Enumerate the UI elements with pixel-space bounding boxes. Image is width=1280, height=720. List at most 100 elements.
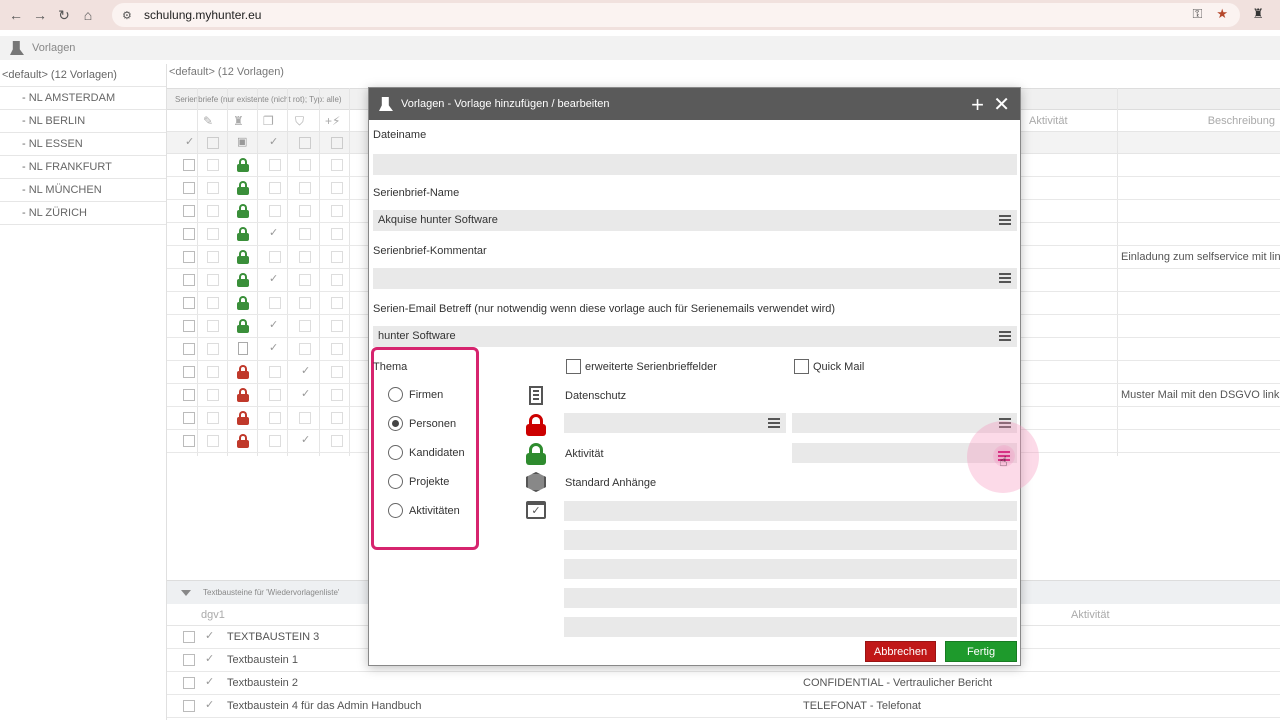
lock-icon <box>237 158 249 172</box>
red-lock-icon <box>526 414 546 436</box>
filter-checkbox[interactable] <box>331 137 343 149</box>
dialog-titlebar: Vorlagen - Vorlage hinzufügen / bearbeit… <box>369 88 1020 120</box>
building-icon <box>529 386 543 405</box>
lock-icon <box>237 319 249 333</box>
check-icon[interactable]: ✓ <box>185 135 194 148</box>
menu-icon[interactable] <box>768 418 780 428</box>
lock-icon <box>237 227 249 241</box>
plus-bolt-icon: +⚡ <box>325 114 341 128</box>
tree-item[interactable]: - NL ESSEN <box>0 133 166 156</box>
tree-root[interactable]: <default> (12 Vorlagen) <box>0 64 166 87</box>
lock-icon <box>237 365 249 379</box>
collapse-icon[interactable] <box>181 589 191 596</box>
betreff-value: hunter Software <box>378 330 456 342</box>
add-icon[interactable]: + <box>971 92 984 118</box>
green-lock-icon <box>526 443 546 465</box>
calendar-check-icon: ✓ <box>526 501 546 519</box>
column-header-aktivitat[interactable]: Aktivität <box>1071 609 1110 621</box>
calendar-icon[interactable]: ▣ <box>237 135 247 148</box>
betreff-input[interactable]: hunter Software <box>373 326 1017 347</box>
list-item[interactable]: ✓ Textbaustein 2 CONFIDENTIAL - Vertraulic… <box>167 672 1280 695</box>
done-button[interactable]: Fertig <box>945 641 1017 662</box>
tree-item[interactable]: - NL AMSTERDAM <box>0 87 166 110</box>
url-text: schulung.myhunter.eu <box>144 8 262 22</box>
row-description: Einladung zum selfservice mit link <box>1121 251 1280 263</box>
row-description: Muster Mail mit den DSGVO link <box>1121 389 1280 401</box>
tree-item[interactable]: - NL FRANKFURT <box>0 156 166 179</box>
kommentar-input[interactable] <box>373 268 1017 289</box>
kommentar-label: Serienbrief-Kommentar <box>373 245 487 257</box>
datenschutz-label: Datenschutz <box>565 390 627 402</box>
filter-checkbox[interactable] <box>207 137 219 149</box>
extension-icon[interactable]: ♜ <box>1252 6 1264 22</box>
key-icon[interactable]: ⚿ <box>1192 6 1202 22</box>
thema-label: Thema <box>373 361 408 373</box>
app-header: Vorlagen <box>0 36 1280 60</box>
lock-icon <box>237 388 249 402</box>
cancel-button[interactable]: Abbrechen <box>865 641 936 662</box>
anhang-field-1[interactable] <box>564 501 1017 521</box>
back-icon[interactable]: ← <box>4 3 28 27</box>
copy-icon: ❐ <box>263 114 274 128</box>
forward-icon[interactable]: → <box>28 3 52 27</box>
datenschutz-firmen-field[interactable] <box>564 413 786 433</box>
home-icon[interactable]: ⌂ <box>76 3 100 27</box>
site-settings-icon[interactable]: ⚙ <box>122 9 136 22</box>
lock-icon <box>237 181 249 195</box>
menu-icon[interactable] <box>999 273 1011 283</box>
radio-aktivitaeten[interactable]: Aktivitäten <box>388 503 460 518</box>
radio-projekte[interactable]: Projekte <box>388 474 449 489</box>
bookmark-star-icon[interactable]: ★ <box>1216 6 1228 22</box>
app-header-title: Vorlagen <box>32 42 76 54</box>
erweiterte-checkbox[interactable] <box>566 359 581 374</box>
tree-item[interactable]: - NL MÜNCHEN <box>0 179 166 202</box>
column-header-dgv1[interactable]: dgv1 <box>201 609 225 621</box>
address-bar[interactable]: ⚙ schulung.myhunter.eu <box>112 3 1240 27</box>
dateiname-label: Dateiname <box>373 129 427 141</box>
betreff-label: Serien-Email Betreff (nur notwendig wenn… <box>373 303 836 315</box>
anhang-field-4[interactable] <box>564 588 1017 608</box>
filter-checkbox[interactable] <box>299 137 311 149</box>
radio-kandidaten[interactable]: Kandidaten <box>388 445 465 460</box>
anhang-field-5[interactable] <box>564 617 1017 637</box>
close-icon[interactable]: ✕ <box>993 92 1010 117</box>
column-header-aktivitat[interactable]: Aktivität <box>1029 115 1068 127</box>
radio-personen[interactable]: Personen <box>388 416 456 431</box>
serienbrief-name-input[interactable]: Akquise hunter Software <box>373 210 1017 231</box>
lock-icon <box>237 273 249 287</box>
lock-icon <box>237 411 249 425</box>
lock-icon <box>237 204 249 218</box>
quickmail-label: Quick Mail <box>813 361 865 373</box>
pencil-icon: ✎ <box>203 114 214 128</box>
serienbrief-name-label: Serienbrief-Name <box>373 187 460 199</box>
box-icon <box>526 472 546 492</box>
lock-icon <box>237 296 249 310</box>
browser-toolbar: ← → ↻ ⌂ ⚙ schulung.myhunter.eu ⚿ ★ ♜ <box>0 0 1280 30</box>
anhang-field-3[interactable] <box>564 559 1017 579</box>
aktivitat-label: Aktivität <box>565 448 604 460</box>
category-tree: <default> (12 Vorlagen) - NL AMSTERDAM -… <box>0 64 166 720</box>
reload-icon[interactable]: ↻ <box>52 3 76 27</box>
anhang-field-2[interactable] <box>564 530 1017 550</box>
dateiname-input[interactable] <box>373 154 1017 175</box>
template-edit-dialog: Vorlagen - Vorlage hinzufügen / bearbeit… <box>368 87 1039 666</box>
menu-icon[interactable] <box>999 331 1011 341</box>
list-item[interactable]: ✓ Textbaustein 4 für das Admin Handbuch TE… <box>167 695 1280 718</box>
menu-icon[interactable] <box>999 215 1011 225</box>
tree-item[interactable]: - NL BERLIN <box>0 110 166 133</box>
column-header-beschreibung[interactable]: Beschreibung <box>1208 115 1275 127</box>
quickmail-checkbox[interactable] <box>794 359 809 374</box>
check-icon[interactable]: ✓ <box>269 135 278 148</box>
serienbrief-name-value: Akquise hunter Software <box>378 214 498 226</box>
hunter-icon: ♜ <box>233 114 244 128</box>
dialog-title: Vorlagen - Vorlage hinzufügen / bearbeit… <box>401 98 610 110</box>
breadcrumb: <default> (12 Vorlagen) <box>169 66 284 78</box>
hunter-logo-icon <box>379 97 393 111</box>
lock-icon <box>237 434 249 448</box>
app-logo-icon <box>10 41 24 55</box>
building-icon <box>238 342 248 355</box>
lock-icon <box>237 250 249 264</box>
tree-item[interactable]: - NL ZÜRICH <box>0 202 166 225</box>
radio-firmen[interactable]: Firmen <box>388 387 443 402</box>
anhaenge-label: Standard Anhänge <box>565 477 657 489</box>
